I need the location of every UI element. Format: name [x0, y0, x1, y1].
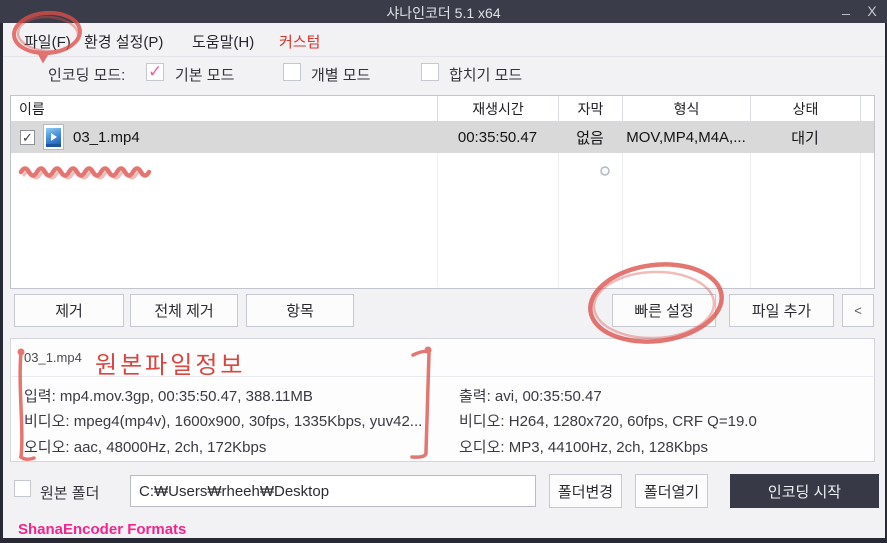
column-header-status[interactable]: 상태 [750, 96, 860, 121]
remove-all-button[interactable]: 전체 제거 [130, 294, 238, 327]
quick-settings-button[interactable]: 빠른 설정 [612, 294, 716, 327]
column-line [750, 153, 751, 287]
column-line [622, 153, 623, 287]
source-folder-checkbox[interactable] [14, 480, 31, 497]
input-audio-line: 오디오: aac, 48000Hz, 2ch, 172Kbps [24, 439, 267, 456]
file-subtitle: 없음 [576, 129, 604, 147]
output-path-input[interactable] [130, 475, 536, 507]
original-file-info-annotation: 원본파일정보 [95, 352, 246, 379]
item-button[interactable]: 항목 [246, 294, 354, 327]
menu-help[interactable]: 도움말(H) [192, 31, 254, 52]
output-info-line: 출력: avi, 00:35:50.47 [459, 388, 602, 405]
collapse-button[interactable]: < [842, 294, 874, 327]
merge-mode-label[interactable]: 합치기 모드 [449, 64, 522, 85]
menu-file[interactable]: 파일(F) [24, 31, 71, 52]
table-header-row: 이름 재생시간 자막 형식 상태 [11, 96, 874, 121]
merge-mode-checkbox[interactable] [421, 63, 439, 81]
individual-mode-checkbox[interactable] [283, 63, 301, 81]
table-row[interactable]: 03_1.mp4 00:35:50.47 없음 MOV,MP4,M4A,... … [11, 121, 874, 153]
video-file-icon [43, 124, 64, 150]
column-header-name[interactable]: 이름 [11, 96, 437, 121]
row-checkbox[interactable] [20, 129, 35, 146]
file-duration: 00:35:50.47 [457, 128, 538, 146]
file-name: 03_1.mp4 [73, 128, 140, 146]
remove-button[interactable]: 제거 [14, 294, 124, 327]
file-list-table: 이름 재생시간 자막 형식 상태 03_1.mp4 00:35:50.47 없음… [10, 95, 875, 289]
close-button[interactable]: X [863, 3, 881, 21]
minimize-button[interactable]: _ [837, 0, 855, 21]
change-folder-button[interactable]: 폴더변경 [549, 474, 622, 508]
column-header-subtitle[interactable]: 자막 [558, 96, 622, 121]
shanaencoder-window: 샤나인코더 5.1 x64 _ X 파일(F) 환경 설정(P) 도움말(H) … [0, 0, 887, 543]
individual-mode-label[interactable]: 개별 모드 [311, 64, 370, 85]
basic-mode-checkbox[interactable] [146, 62, 164, 82]
column-header-duration[interactable]: 재생시간 [437, 96, 558, 121]
file-format: MOV,MP4,M4A,... [626, 128, 746, 146]
status-bar-text: ShanaEncoder Formats [18, 521, 187, 538]
title-bar: 샤나인코더 5.1 x64 _ X [0, 0, 887, 23]
menu-settings[interactable]: 환경 설정(P) [84, 31, 163, 52]
column-header-format[interactable]: 형식 [622, 96, 750, 121]
column-line [558, 153, 559, 287]
output-video-line: 비디오: H264, 1280x720, 60fps, CRF Q=19.0 [459, 413, 757, 430]
column-line [437, 153, 438, 287]
start-encoding-button[interactable]: 인코딩 시작 [730, 474, 879, 508]
encoding-mode-label: 인코딩 모드: [48, 67, 126, 84]
info-filename: 03_1.mp4 [24, 350, 82, 365]
column-line [860, 153, 861, 287]
menu-custom[interactable]: 커스텀 [279, 31, 320, 52]
input-video-line: 비디오: mpeg4(mp4v), 1600x900, 30fps, 1335K… [24, 413, 423, 430]
output-audio-line: 오디오: MP3, 44100Hz, 2ch, 128Kbps [459, 439, 709, 456]
file-status: 대기 [791, 129, 819, 147]
input-info-line: 입력: mp4.mov.3gp, 00:35:50.47, 388.11MB [24, 388, 313, 405]
add-file-button[interactable]: 파일 추가 [729, 294, 834, 327]
open-folder-button[interactable]: 폴더열기 [635, 474, 708, 508]
menu-divider [3, 56, 885, 57]
basic-mode-label[interactable]: 기본 모드 [175, 64, 234, 85]
source-folder-label: 원본 폴더 [40, 485, 100, 502]
window-title: 샤나인코더 5.1 x64 [386, 5, 501, 21]
